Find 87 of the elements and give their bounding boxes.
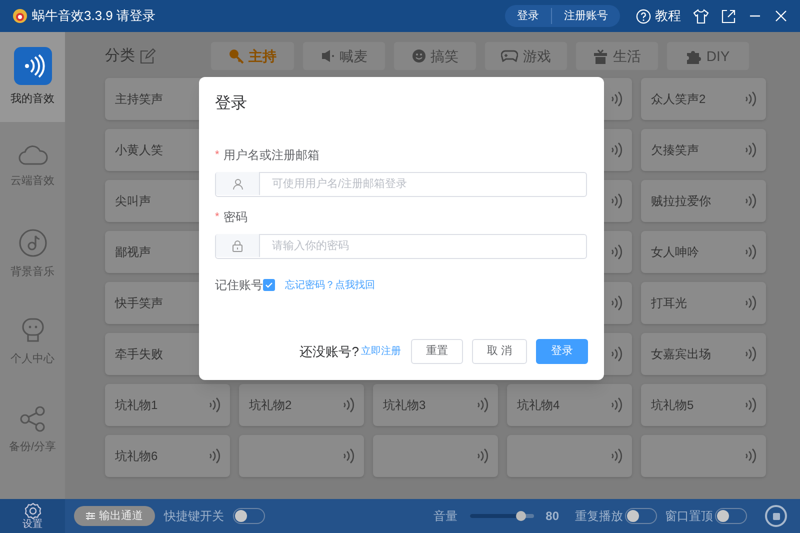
lock-icon — [232, 240, 243, 252]
sound-label: 快手笑声 — [115, 295, 163, 312]
category-tab[interactable]: DIY — [667, 42, 749, 70]
sound-label: 欠揍笑声 — [651, 142, 699, 159]
volume-label: 音量 — [434, 508, 458, 525]
cloud-icon — [18, 142, 48, 167]
sound-label: 坑礼物3 — [383, 397, 426, 414]
output-channel-button[interactable]: 输出通道 — [74, 506, 155, 526]
toggle-switch[interactable] — [715, 508, 747, 524]
sound-label: 坑礼物4 — [517, 397, 560, 414]
sound-waves-icon — [14, 46, 52, 85]
sound-label: 女人呻吟 — [651, 244, 699, 261]
sound-card[interactable]: 众人笑声2 — [641, 78, 766, 120]
volume-reading: 80 — [546, 508, 559, 525]
gear-icon — [24, 502, 42, 520]
window-title: 蜗牛音效3.3.9 请登录 — [32, 7, 156, 26]
sound-card[interactable]: 贼拉拉爱你 — [641, 180, 766, 222]
sound-label: 牵手失败 — [115, 346, 163, 363]
help-icon[interactable] — [636, 8, 651, 24]
hotkey-label: 快捷键开关 — [164, 508, 224, 525]
login-button[interactable]: 登录 — [505, 5, 551, 27]
category-tab[interactable]: 生活 — [576, 42, 658, 70]
sound-card[interactable]: 打耳光 — [641, 282, 766, 324]
required-mark: * — [215, 210, 220, 225]
sound-label: 鄙视声 — [115, 244, 151, 261]
password-field[interactable]: 请输入你的密码 — [215, 234, 587, 258]
robot-face-icon — [20, 316, 46, 345]
share-icon — [18, 404, 46, 433]
sound-label: 坑礼物2 — [249, 397, 292, 414]
sound-card[interactable]: 坑礼物4 — [507, 384, 632, 426]
gamepad-icon — [501, 50, 518, 62]
required-mark: * — [215, 148, 220, 163]
sliders-icon — [86, 512, 95, 520]
check-icon — [265, 281, 273, 289]
pin-top-label: 窗口置顶 — [665, 508, 713, 525]
sound-card[interactable]: 欠揍笑声 — [641, 129, 766, 171]
key-icon — [228, 48, 244, 64]
sound-label: 坑礼物6 — [115, 448, 158, 465]
register-link[interactable]: 立即注册 — [360, 344, 401, 359]
popout-icon[interactable] — [721, 8, 736, 24]
music-note-icon — [18, 228, 48, 258]
volume-slider[interactable] — [470, 511, 534, 521]
sound-label: 尖叫声 — [115, 193, 151, 210]
shirt-icon[interactable] — [693, 8, 709, 24]
sound-label: 主持笑声 — [115, 91, 163, 108]
sound-label: 小黄人笑 — [115, 142, 163, 159]
sound-label: 打耳光 — [651, 295, 687, 312]
toggle-switch[interactable] — [233, 508, 265, 524]
category-label: 分类 — [105, 46, 135, 66]
sound-label: 女嘉宾出场 — [651, 346, 711, 363]
user-icon — [232, 178, 244, 190]
megaphone-icon — [320, 50, 334, 62]
sound-label: 贼拉拉爱你 — [651, 193, 711, 210]
category-tab[interactable]: 搞笑 — [394, 42, 476, 70]
edit-icon[interactable] — [139, 48, 156, 64]
smile-icon — [412, 49, 426, 63]
tutorial-link[interactable]: 教程 — [655, 6, 681, 26]
sound-card[interactable]: 女人呻吟 — [641, 231, 766, 273]
category-tab[interactable]: 喊麦 — [303, 42, 385, 70]
stop-button[interactable] — [765, 505, 787, 527]
forgot-password-link[interactable]: 忘记密码？点我找回 — [285, 278, 375, 292]
toggle-switch[interactable] — [625, 508, 657, 524]
app-logo-icon — [12, 8, 28, 24]
register-button[interactable]: 注册账号 — [552, 5, 620, 27]
no-account-text: 还没账号? — [300, 342, 359, 361]
sound-card[interactable]: 坑礼物2 — [239, 384, 364, 426]
repeat-label: 重复播放 — [575, 508, 623, 525]
sound-card[interactable]: 女嘉宾出场 — [641, 333, 766, 375]
category-tab[interactable]: 游戏 — [485, 42, 567, 70]
volume-thumb[interactable] — [516, 511, 526, 521]
sound-card[interactable]: 坑礼物3 — [373, 384, 498, 426]
sound-card[interactable]: 坑礼物6 — [105, 435, 230, 477]
dialog-button[interactable]: 取 消 — [472, 339, 527, 364]
username-field[interactable]: 可使用用户名/注册邮箱登录 — [215, 172, 587, 196]
sidebar-item[interactable]: 我的音效 — [0, 32, 65, 122]
submit-button[interactable]: 登录 — [536, 339, 588, 364]
puzzle-icon — [686, 48, 702, 64]
sound-label: 坑礼物5 — [651, 397, 694, 414]
sound-card[interactable]: 坑礼物5 — [641, 384, 766, 426]
sound-label: 众人笑声2 — [651, 91, 706, 108]
remember-checkbox[interactable] — [263, 279, 275, 291]
settings-button[interactable]: 设置 — [0, 499, 65, 533]
close-icon[interactable] — [774, 9, 788, 23]
gift-icon — [593, 48, 608, 64]
sound-card[interactable]: 坑礼物1 — [105, 384, 230, 426]
sound-label: 坑礼物1 — [115, 397, 158, 414]
dialog-button[interactable]: 重置 — [410, 339, 463, 364]
